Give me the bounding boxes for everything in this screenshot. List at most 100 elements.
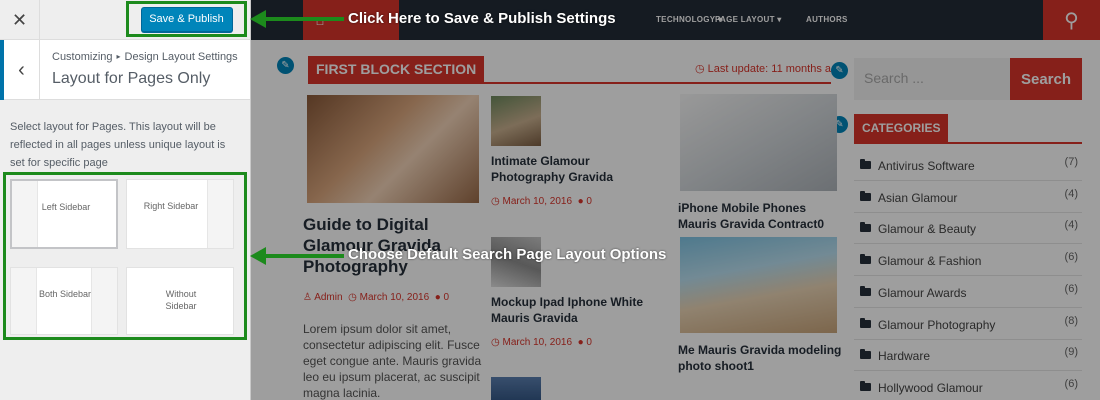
nav-item-technology[interactable]: TECHNOLOGY ▾ xyxy=(656,15,722,24)
layout-option-label: Both Sidebar xyxy=(38,289,92,299)
post-author[interactable]: Admin xyxy=(314,292,342,303)
categories-title: CATEGORIES xyxy=(854,114,949,142)
layout-option-label: Left Sidebar xyxy=(41,202,91,212)
post-date: March 10, 2016 xyxy=(502,196,573,207)
post-thumbnail[interactable] xyxy=(491,377,541,400)
edit-pencil-icon[interactable]: ✎ xyxy=(275,55,296,76)
layout-option-label: Right Sidebar xyxy=(143,201,199,211)
post-image[interactable] xyxy=(680,94,837,191)
post-comments: 0 xyxy=(586,337,592,348)
nav-label: TECHNOLOGY xyxy=(656,15,716,24)
user-icon: ♙ xyxy=(303,292,312,303)
layout-option-left-sidebar[interactable]: Left Sidebar xyxy=(10,179,118,249)
side-post-title[interactable]: Mockup Ipad Iphone White Mauris Gravida xyxy=(491,294,661,326)
breadcrumb: Customizing ▸ Design Layout Settings xyxy=(52,51,238,63)
folder-icon xyxy=(860,190,871,201)
post-comments: 0 xyxy=(586,196,592,207)
category-item[interactable]: Hardware (9) xyxy=(854,340,1082,372)
nav-item-page-layout[interactable]: PAGE LAYOUT ▾ xyxy=(715,15,782,24)
close-icon: ✕ xyxy=(11,9,28,30)
category-item[interactable]: Asian Glamour (4) xyxy=(854,182,1082,213)
category-name[interactable]: Asian Glamour xyxy=(878,191,957,205)
block-section-title: FIRST BLOCK SECTION xyxy=(308,56,485,82)
category-count: (9) xyxy=(1064,346,1078,359)
section-title: Layout for Pages Only xyxy=(52,70,211,87)
layout-arrow xyxy=(250,247,344,265)
category-item[interactable]: Glamour & Beauty (4) xyxy=(854,213,1082,245)
search-input[interactable]: Search ... xyxy=(854,58,1010,100)
nav-label: AUTHORS xyxy=(806,15,848,24)
layout-option-label: Without Sidebar xyxy=(165,289,197,311)
folder-icon xyxy=(860,254,871,265)
search-button[interactable]: Search xyxy=(1010,58,1082,100)
category-count: (6) xyxy=(1064,282,1078,295)
customizer-panel: ✕ Save & Publish ‹ Customizing ▸ Design La… xyxy=(0,0,251,400)
side-post-meta: ◷ March 10, 2016 ● 0 xyxy=(491,337,592,348)
search-icon[interactable]: ⚲ xyxy=(1043,0,1100,40)
arrow-head-icon xyxy=(250,10,266,28)
layout-description: Select layout for Pages. This layout wil… xyxy=(10,121,226,169)
category-count: (8) xyxy=(1064,314,1078,327)
folder-icon xyxy=(860,159,871,169)
side-post-meta: ◷ March 10, 2016 ● 0 xyxy=(491,196,592,207)
last-update-text: Last update: 11 months a xyxy=(707,63,831,75)
main-post-image[interactable] xyxy=(307,95,479,203)
breadcrumb-root: Customizing xyxy=(52,51,113,63)
category-item[interactable]: Antivirus Software (7) xyxy=(854,150,1082,181)
last-update: ◷ Last update: 11 months a xyxy=(695,62,831,75)
category-name[interactable]: Glamour & Fashion xyxy=(878,254,981,268)
clock-icon: ◷ xyxy=(695,63,705,75)
arrow-head-icon xyxy=(250,247,266,265)
nav-item-authors[interactable]: AUTHORS xyxy=(806,15,848,24)
save-arrow xyxy=(250,10,344,28)
breadcrumb-section: Design Layout Settings xyxy=(124,51,238,63)
category-name[interactable]: Glamour & Beauty xyxy=(878,222,976,236)
post-image[interactable] xyxy=(680,237,837,333)
category-item[interactable]: Glamour Photography (8) xyxy=(854,309,1082,340)
right-post-title[interactable]: Me Mauris Gravida modeling photo shoot1 xyxy=(678,342,842,374)
comment-icon: ● xyxy=(577,196,584,207)
category-item[interactable]: Hollywood Glamour (6) xyxy=(854,372,1082,400)
folder-icon xyxy=(860,317,871,328)
category-count: (7) xyxy=(1064,156,1078,168)
side-post-title[interactable]: Intimate Glamour Photography Gravida xyxy=(491,153,641,185)
comment-icon: ● xyxy=(577,337,584,348)
category-name[interactable]: Hollywood Glamour xyxy=(878,381,983,395)
category-name[interactable]: Hardware xyxy=(878,349,930,363)
layout-option-right-sidebar[interactable]: Right Sidebar xyxy=(126,179,234,249)
main-post-meta: ♙ Admin ◷ March 10, 2016 ● 0 xyxy=(303,292,449,303)
folder-icon xyxy=(860,349,871,360)
categories-rule xyxy=(854,142,1082,144)
layout-annotation: Choose Default Search Page Layout Option… xyxy=(348,246,667,263)
category-name[interactable]: Glamour Awards xyxy=(878,286,966,300)
layout-option-both-sidebar[interactable]: Both Sidebar xyxy=(10,267,118,335)
chevron-left-icon: ‹ xyxy=(18,58,25,81)
clock-icon: ◷ xyxy=(348,292,357,303)
layout-option-without-sidebar[interactable]: Without Sidebar xyxy=(126,267,234,335)
close-button[interactable]: ✕ xyxy=(0,0,40,40)
category-item[interactable]: Glamour & Fashion (6) xyxy=(854,245,1082,277)
folder-icon xyxy=(860,380,871,391)
sidebar-preview xyxy=(12,181,38,247)
category-count: (6) xyxy=(1064,377,1078,390)
post-thumbnail[interactable] xyxy=(491,96,541,146)
main-post-excerpt: Lorem ipsum dolor sit amet, consectetur … xyxy=(303,322,482,400)
customizer-header: ✕ Save & Publish xyxy=(0,0,250,40)
section-header: ‹ Customizing ▸ Design Layout Settings Lay… xyxy=(0,40,250,100)
edit-pencil-icon[interactable]: ✎ xyxy=(829,60,850,81)
folder-icon xyxy=(860,222,871,233)
folder-icon xyxy=(860,285,871,296)
chevron-down-icon: ▾ xyxy=(777,15,782,24)
back-button[interactable]: ‹ xyxy=(0,40,40,100)
category-name[interactable]: Antivirus Software xyxy=(878,159,975,173)
category-name[interactable]: Glamour Photography xyxy=(878,318,995,332)
nav-label: PAGE LAYOUT xyxy=(715,15,775,24)
post-date: March 10, 2016 xyxy=(359,292,430,303)
category-count: (6) xyxy=(1064,251,1078,264)
category-count: (4) xyxy=(1064,187,1078,200)
clock-icon: ◷ xyxy=(491,196,500,207)
sidebar-preview xyxy=(11,268,37,334)
category-item[interactable]: Glamour Awards (6) xyxy=(854,277,1082,308)
save-publish-button[interactable]: Save & Publish xyxy=(140,6,233,32)
right-post-title[interactable]: iPhone Mobile Phones Mauris Gravida Cont… xyxy=(678,200,842,232)
